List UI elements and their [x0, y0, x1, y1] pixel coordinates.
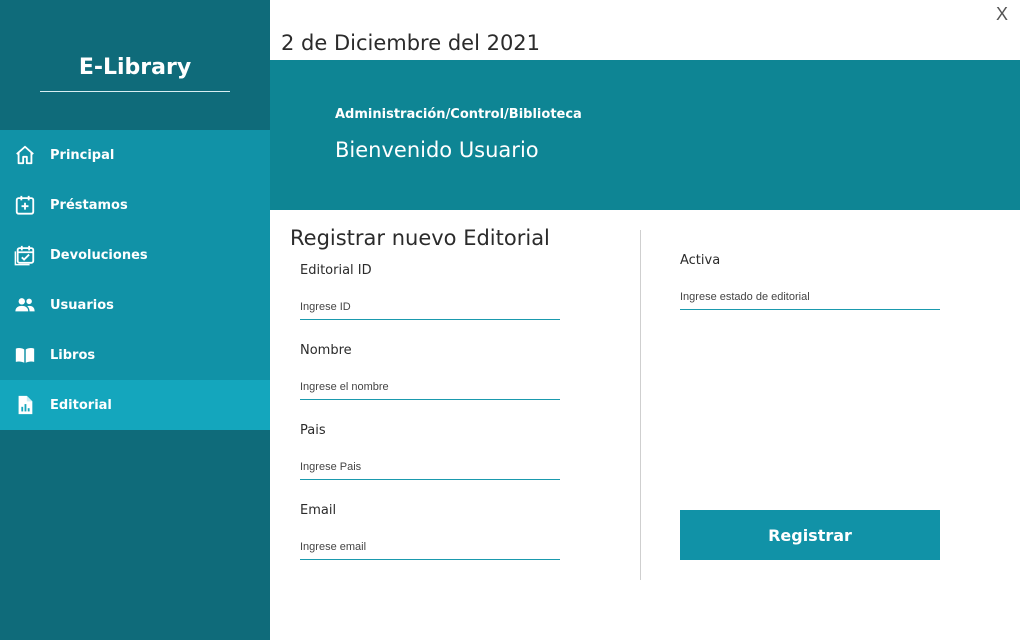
sidebar-item-usuarios[interactable]: Usuarios — [0, 280, 270, 330]
editorial-id-label: Editorial ID — [300, 263, 372, 278]
sidebar-item-principal[interactable]: Principal — [0, 130, 270, 180]
pais-label: Pais — [300, 423, 326, 438]
header-banner: Administración/Control/Biblioteca Bienve… — [270, 60, 1020, 210]
current-date: 2 de Diciembre del 2021 — [281, 31, 541, 55]
nombre-label: Nombre — [300, 343, 352, 358]
email-input[interactable] — [300, 534, 560, 560]
form-title: Registrar nuevo Editorial — [290, 226, 550, 250]
welcome-message: Bienvenido Usuario — [335, 138, 539, 162]
nombre-input[interactable] — [300, 374, 560, 400]
form-divider — [640, 230, 641, 580]
brand-logo: E-Library — [40, 50, 230, 92]
file-chart-icon — [14, 394, 36, 416]
home-icon — [14, 144, 36, 166]
sidebar-item-label: Editorial — [50, 397, 112, 413]
sidebar-item-prestamos[interactable]: Préstamos — [0, 180, 270, 230]
editorial-id-input[interactable] — [300, 294, 560, 320]
activa-label: Activa — [680, 253, 721, 268]
sidebar-item-label: Libros — [50, 347, 96, 363]
sidebar-item-label: Usuarios — [50, 297, 114, 313]
calendar-plus-icon — [14, 194, 36, 216]
sidebar-item-editorial[interactable]: Editorial — [0, 380, 270, 430]
book-icon — [14, 344, 36, 366]
calendar-check-icon — [14, 244, 36, 266]
sidebar-item-label: Préstamos — [50, 197, 128, 213]
email-label: Email — [300, 503, 337, 518]
activa-input[interactable] — [680, 284, 940, 310]
sidebar-item-devoluciones[interactable]: Devoluciones — [0, 230, 270, 280]
sidebar-item-label: Principal — [50, 147, 115, 163]
users-icon — [14, 294, 36, 316]
sidebar-item-libros[interactable]: Libros — [0, 330, 270, 380]
sidebar-item-label: Devoluciones — [50, 247, 148, 263]
close-button[interactable]: X — [996, 4, 1008, 25]
sidebar-nav: Principal Préstamos Devoluciones Usuario… — [0, 130, 270, 430]
brand-title: E-Library — [78, 55, 192, 80]
sidebar: E-Library Principal Préstamos Devolucion… — [0, 0, 270, 640]
pais-input[interactable] — [300, 454, 560, 480]
registrar-button[interactable]: Registrar — [680, 510, 940, 560]
breadcrumb: Administración/Control/Biblioteca — [335, 107, 582, 122]
